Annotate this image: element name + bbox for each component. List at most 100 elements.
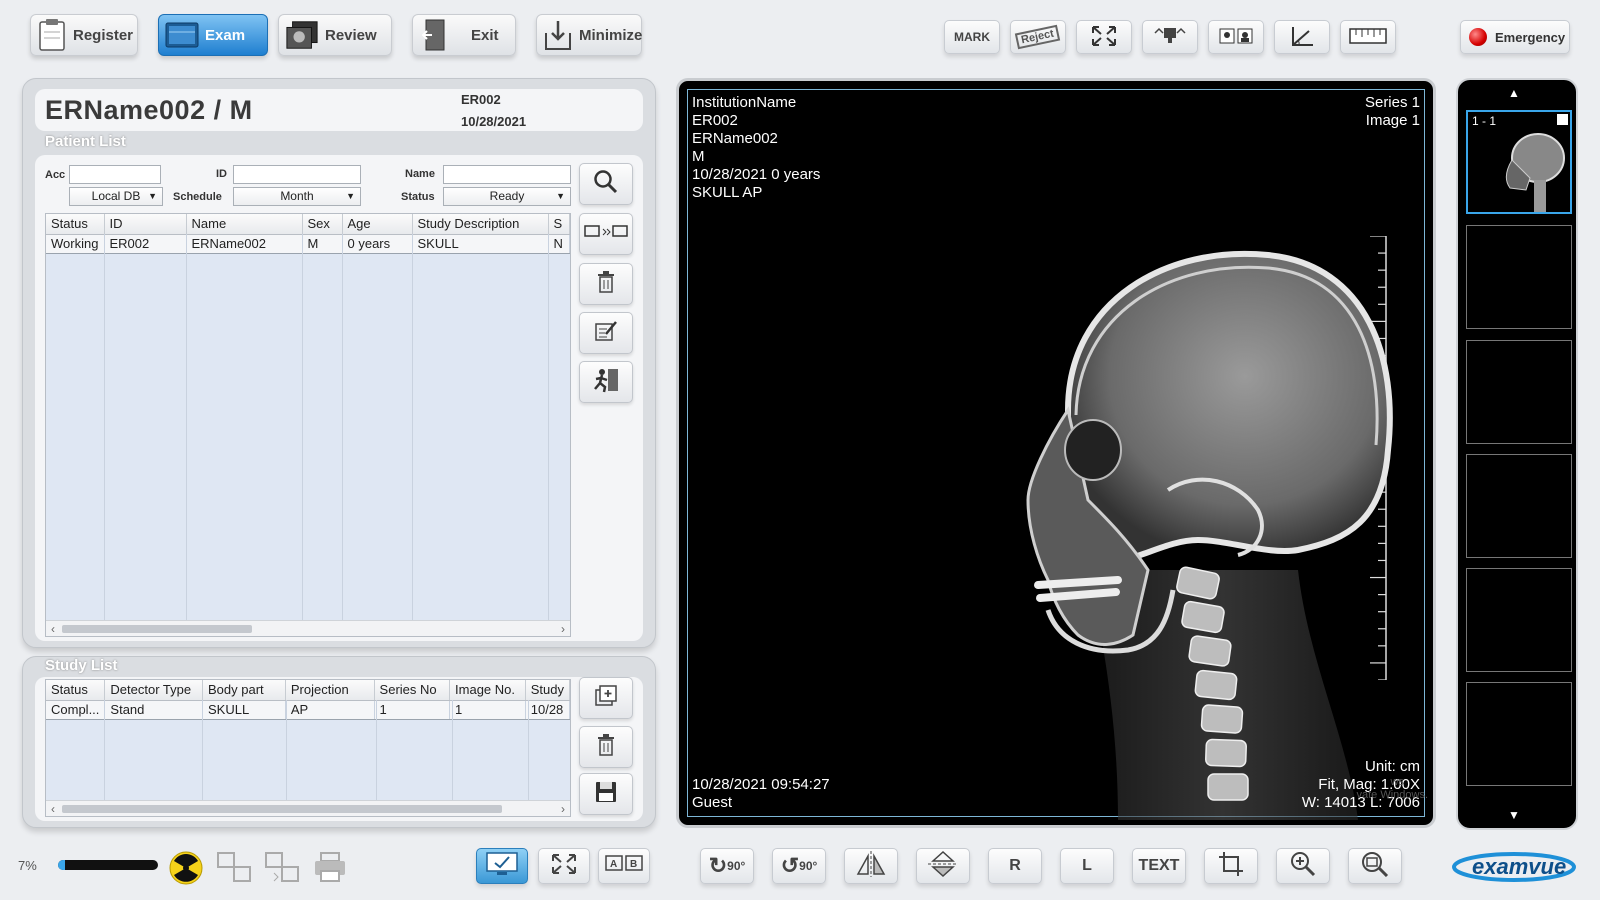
text-annotation-button[interactable]: TEXT xyxy=(1132,848,1186,884)
col-body-part[interactable]: Body part xyxy=(202,680,286,701)
left-marker-button[interactable]: L xyxy=(1060,848,1114,884)
rotate-cw-icon: ↻ xyxy=(708,853,728,878)
col-status[interactable]: Status xyxy=(46,680,106,701)
table-row[interactable]: Compl... Stand SKULL AP 1 1 10/28 xyxy=(46,700,570,720)
add-study-button[interactable] xyxy=(579,677,633,719)
mark-button[interactable]: MARK xyxy=(944,20,1000,54)
col-id[interactable]: ID xyxy=(104,214,187,235)
compare-ab-button[interactable]: AB xyxy=(598,848,650,884)
layout-split-icon[interactable] xyxy=(214,848,254,886)
exam-button[interactable]: Exam xyxy=(158,14,268,56)
zoom-in-button[interactable] xyxy=(1276,848,1330,884)
thumbnail-slot[interactable] xyxy=(1466,340,1572,444)
scrollbar-thumb[interactable] xyxy=(62,805,502,813)
radiation-icon[interactable] xyxy=(168,850,204,886)
ruler-measure-button[interactable] xyxy=(1340,20,1396,54)
thumbnail-slot[interactable] xyxy=(1466,225,1572,329)
image-viewer[interactable]: InstitutionName ER002 ERName002 M 10/28/… xyxy=(676,78,1436,828)
right-marker-button[interactable]: R xyxy=(988,848,1042,884)
source-select[interactable]: Local DB ▼ xyxy=(69,187,163,206)
fullscreen-button[interactable] xyxy=(538,848,590,884)
col-detector-type[interactable]: Detector Type xyxy=(104,680,203,701)
angle-measure-button[interactable] xyxy=(1274,20,1330,54)
rotate-ccw-icon: ↺ xyxy=(780,853,800,878)
col-s[interactable]: S xyxy=(548,214,570,235)
scroll-left-icon[interactable]: ‹ xyxy=(51,801,55,816)
monitor-view-button[interactable] xyxy=(476,848,528,884)
trash-icon xyxy=(596,270,616,298)
windows-activation-watermark: ws vate Windows. xyxy=(1338,776,1428,802)
flip-horizontal-icon xyxy=(855,850,887,883)
scroll-right-icon[interactable]: › xyxy=(561,801,565,816)
name-input[interactable] xyxy=(443,165,571,184)
thumbnail-1[interactable]: 1 - 1 xyxy=(1466,110,1572,214)
flip-horizontal-button[interactable] xyxy=(844,848,898,884)
col-study-description[interactable]: Study Description xyxy=(412,214,549,235)
printer-icon[interactable] xyxy=(310,848,350,886)
fit-screen-button[interactable] xyxy=(1076,20,1132,54)
col-name[interactable]: Name xyxy=(186,214,303,235)
reject-button[interactable]: Reject xyxy=(1010,20,1066,54)
delete-study-button[interactable] xyxy=(579,726,633,768)
status-select-value: Ready xyxy=(489,189,525,203)
grid-line xyxy=(342,234,343,620)
save-study-button[interactable] xyxy=(579,773,633,815)
col-image-no[interactable]: Image No. xyxy=(449,680,526,701)
cell-age: 0 years xyxy=(342,234,413,254)
minimize-button[interactable]: Minimize xyxy=(536,14,642,56)
watermark-line-1: ws xyxy=(1390,776,1404,788)
thumbnail-slot[interactable] xyxy=(1466,568,1572,672)
emergency-exit-button[interactable] xyxy=(579,361,633,403)
layout-merge-icon[interactable] xyxy=(262,848,302,886)
review-button[interactable]: Review xyxy=(278,14,392,56)
rotate-ccw-button[interactable]: ↺ 90° xyxy=(772,848,826,884)
edit-patient-button[interactable] xyxy=(579,312,633,354)
crop-button[interactable] xyxy=(1204,848,1258,884)
study-table: Status Detector Type Body part Projectio… xyxy=(45,679,571,817)
emergency-button[interactable]: Emergency xyxy=(1460,20,1570,54)
col-study[interactable]: Study xyxy=(525,680,570,701)
scroll-left-icon[interactable]: ‹ xyxy=(51,621,55,636)
col-sex[interactable]: Sex xyxy=(302,214,343,235)
schedule-select[interactable]: Month ▼ xyxy=(233,187,361,206)
thumbnail-slot[interactable] xyxy=(1466,682,1572,786)
scrollbar-thumb[interactable] xyxy=(62,625,252,633)
scroll-right-icon[interactable]: › xyxy=(561,621,565,636)
search-icon xyxy=(593,169,619,200)
chevron-down-icon: ▼ xyxy=(148,191,157,201)
delete-patient-button[interactable] xyxy=(579,263,633,305)
col-series-no[interactable]: Series No xyxy=(374,680,451,701)
exit-door-icon xyxy=(419,18,453,52)
skull-thumbnail-icon xyxy=(1505,133,1565,212)
exit-button[interactable]: Exit xyxy=(412,14,516,56)
running-person-icon xyxy=(592,367,620,398)
viewer-viewport[interactable]: InstitutionName ER002 ERName002 M 10/28/… xyxy=(687,89,1428,820)
col-projection[interactable]: Projection xyxy=(285,680,375,701)
table-row[interactable]: Working ER002 ERName002 M 0 years SKULL … xyxy=(46,234,570,254)
flip-vertical-button[interactable] xyxy=(916,848,970,884)
id-input[interactable] xyxy=(233,165,361,184)
thumbnail-checkbox[interactable] xyxy=(1557,114,1568,125)
col-status[interactable]: Status xyxy=(46,214,105,235)
patient-panel: ERName002 / M ER002 10/28/2021 Patient L… xyxy=(22,78,656,648)
red-alert-icon xyxy=(1469,28,1487,46)
status-select[interactable]: Ready ▼ xyxy=(443,187,571,206)
transfer-image-button[interactable] xyxy=(1142,20,1198,54)
acc-input[interactable] xyxy=(69,165,161,184)
zoom-fit-button[interactable] xyxy=(1348,848,1402,884)
register-button[interactable]: Register xyxy=(30,14,138,56)
cell-status: Working xyxy=(46,234,105,254)
scroll-down-icon[interactable]: ▼ xyxy=(1508,808,1520,822)
patient-info-button[interactable] xyxy=(1208,20,1264,54)
patient-name-sex: ERName002 / M xyxy=(45,95,253,125)
search-button[interactable] xyxy=(579,163,633,205)
rotate-cw-button[interactable]: ↻ 90° xyxy=(700,848,754,884)
thumbnail-slot[interactable] xyxy=(1466,454,1572,558)
grid-line xyxy=(104,234,105,620)
col-age[interactable]: Age xyxy=(342,214,413,235)
left-marker-label: L xyxy=(1082,857,1092,874)
study-table-scrollbar[interactable]: ‹ › xyxy=(46,800,570,816)
patient-table-scrollbar[interactable]: ‹ › xyxy=(46,620,570,636)
transfer-patient-button[interactable] xyxy=(579,213,633,255)
scroll-up-icon[interactable]: ▲ xyxy=(1508,86,1520,100)
